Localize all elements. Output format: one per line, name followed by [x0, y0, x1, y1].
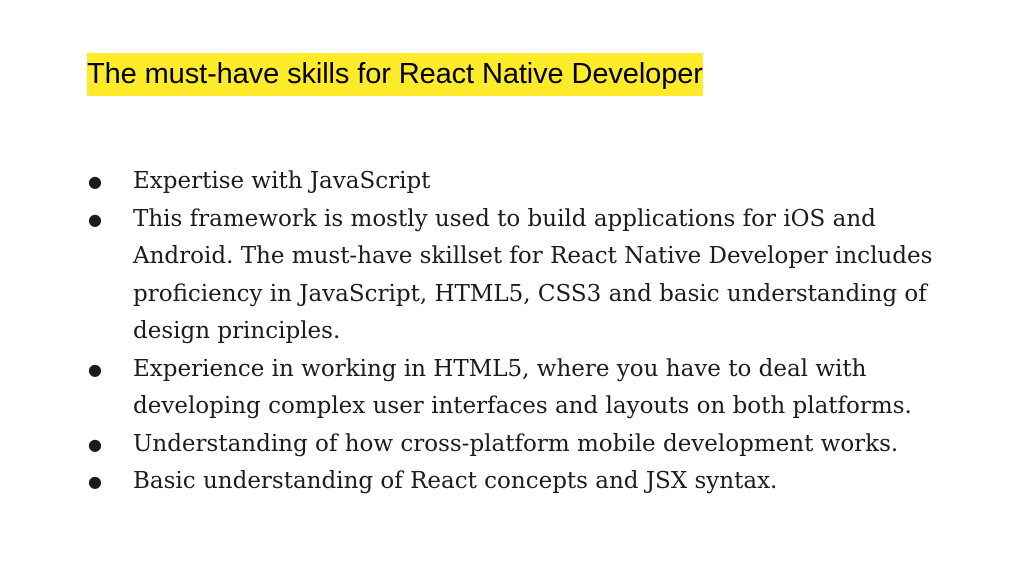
bullet-item: ● Basic understanding of React concepts …	[88, 463, 978, 501]
bullet-item: ● This framework is mostly used to build…	[88, 201, 978, 351]
bullet-icon: ●	[88, 472, 102, 491]
bullet-text: Basic understanding of React concepts an…	[133, 468, 778, 494]
bullet-text: Expertise with JavaScript	[133, 168, 431, 194]
bullet-list: ● Expertise with JavaScript ● This frame…	[88, 163, 978, 501]
bullet-icon: ●	[88, 172, 102, 191]
bullet-item: ● Expertise with JavaScript	[88, 163, 978, 201]
slide-title: The must-have skills for React Native De…	[87, 53, 703, 96]
bullet-item: ● Experience in working in HTML5, where …	[88, 351, 978, 426]
bullet-text: This framework is mostly used to build a…	[133, 205, 933, 345]
slide: The must-have skills for React Native De…	[0, 0, 1024, 576]
bullet-icon: ●	[88, 209, 102, 229]
title-container: The must-have skills for React Native De…	[87, 53, 704, 96]
bullet-text: Experience in working in HTML5, where yo…	[133, 355, 912, 420]
bullet-text: Understanding of how cross-platform mobi…	[133, 430, 899, 457]
bullet-icon: ●	[88, 434, 102, 454]
bullet-item: ● Understanding of how cross-platform mo…	[88, 426, 978, 464]
bullet-icon: ●	[88, 359, 102, 379]
